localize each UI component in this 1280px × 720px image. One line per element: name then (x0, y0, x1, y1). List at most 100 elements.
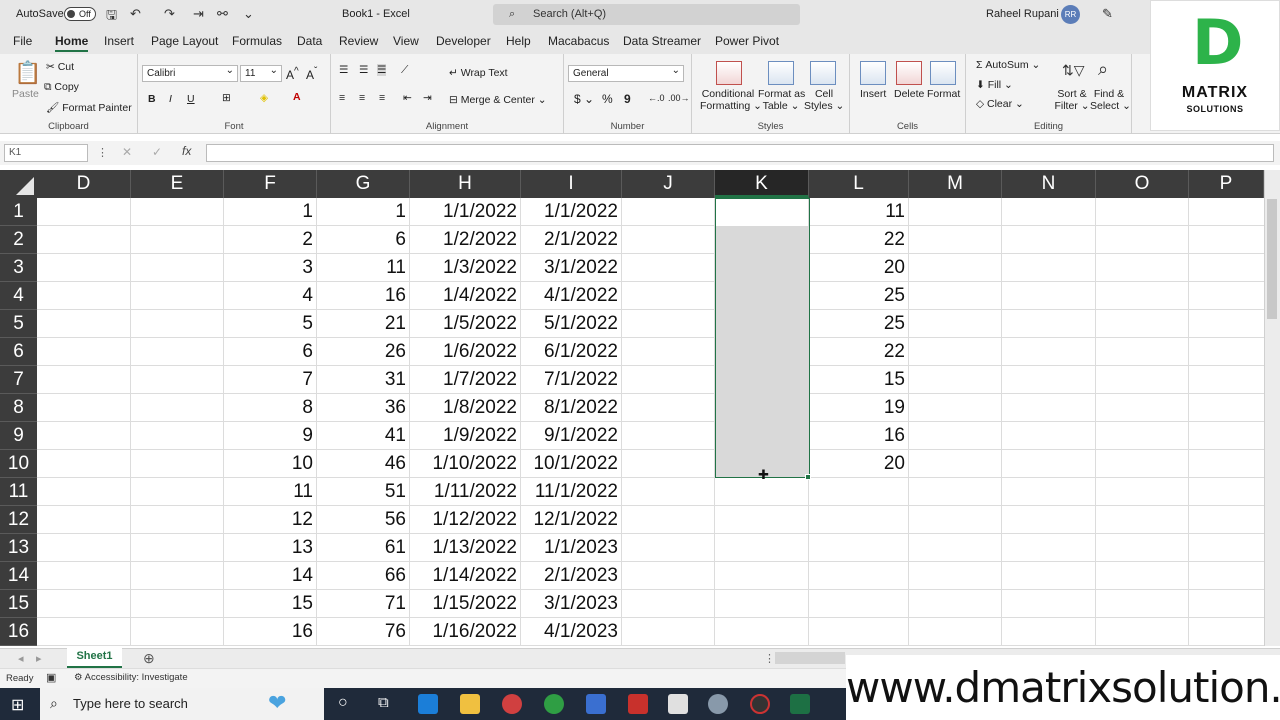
tab-macabacus[interactable]: Macabacus (548, 34, 609, 48)
align-center-icon[interactable]: ≡ (359, 92, 365, 104)
cell-i9[interactable]: 9/1/2022 (521, 422, 622, 450)
cell-f4[interactable]: 4 (224, 282, 317, 310)
cell-f1[interactable]: 1 (224, 198, 317, 226)
edge-icon[interactable] (418, 694, 438, 714)
taskbar-search[interactable]: ⌕ Type here to search ❤ (40, 688, 324, 720)
tab-insert[interactable]: Insert (104, 34, 134, 48)
delete-cells-button[interactable]: Delete (894, 88, 924, 100)
cell-i8[interactable]: 8/1/2022 (521, 394, 622, 422)
number-format-select[interactable]: General (568, 65, 684, 82)
tab-view[interactable]: View (393, 34, 419, 48)
cell-l8[interactable]: 19 (809, 394, 909, 422)
conditional-formatting-button[interactable]: Conditional Formatting ⌄ (700, 88, 762, 112)
cell-g13[interactable]: 61 (317, 534, 410, 562)
cancel-icon[interactable]: ✕ (122, 145, 132, 159)
pen-icon[interactable]: ✎ (1102, 6, 1113, 22)
wrap-text-button[interactable]: ↵ Wrap Text (449, 67, 508, 79)
cell-f11[interactable]: 11 (224, 478, 317, 506)
cell-h1[interactable]: 1/1/2022 (410, 198, 521, 226)
find-select-button[interactable]: Find & Select ⌄ (1090, 88, 1131, 112)
tab-help[interactable]: Help (506, 34, 531, 48)
cell-g5[interactable]: 21 (317, 310, 410, 338)
undo-icon[interactable]: ↶ (130, 6, 141, 22)
row-header-16[interactable]: 16 (0, 618, 37, 646)
cell-l5[interactable]: 25 (809, 310, 909, 338)
cell-i4[interactable]: 4/1/2022 (521, 282, 622, 310)
column-header-g[interactable]: G (317, 170, 410, 198)
decrease-decimal-icon[interactable]: .00→ (668, 93, 690, 103)
comma-icon[interactable]: 9 (624, 92, 631, 106)
task-view-icon[interactable]: ⧉ (378, 694, 389, 711)
tab-formulas[interactable]: Formulas (232, 34, 282, 48)
cell-g1[interactable]: 1 (317, 198, 410, 226)
name-box[interactable]: K1 (4, 144, 88, 162)
cell-i6[interactable]: 6/1/2022 (521, 338, 622, 366)
cell-h11[interactable]: 1/11/2022 (410, 478, 521, 506)
row-header-14[interactable]: 14 (0, 562, 37, 590)
accessibility-button[interactable]: ⚙ Accessibility: Investigate (74, 672, 188, 683)
horizontal-scrollbar[interactable] (775, 652, 845, 664)
top-align-icon[interactable]: ☰ (339, 64, 348, 76)
cell-h7[interactable]: 1/7/2022 (410, 366, 521, 394)
cell-f10[interactable]: 10 (224, 450, 317, 478)
cell-f2[interactable]: 2 (224, 226, 317, 254)
cell-f13[interactable]: 13 (224, 534, 317, 562)
worksheet-grid[interactable]: DEFGHIJKLMNOP 1 2 3 4 5 6 7 8 9 10 11 12 13 14 15 16 ✚ … (0, 170, 1264, 646)
row-header-2[interactable]: 2 (0, 226, 37, 254)
insert-cells-button[interactable]: Insert (860, 88, 886, 100)
row-header-1[interactable]: 1 (0, 198, 37, 226)
cell-f5[interactable]: 5 (224, 310, 317, 338)
insert-function-icon[interactable]: fx (182, 144, 191, 158)
cell-i3[interactable]: 3/1/2022 (521, 254, 622, 282)
cell-l6[interactable]: 22 (809, 338, 909, 366)
currency-icon[interactable]: $ ⌄ (574, 92, 594, 106)
column-header-n[interactable]: N (1002, 170, 1096, 198)
tab-power-pivot[interactable]: Power Pivot (715, 34, 779, 48)
row-header-7[interactable]: 7 (0, 366, 37, 394)
next-sheet-icon[interactable]: ▸ (36, 652, 42, 665)
cell-i1[interactable]: 1/1/2022 (521, 198, 622, 226)
cell-h12[interactable]: 1/12/2022 (410, 506, 521, 534)
formula-input[interactable] (206, 144, 1274, 162)
column-header-m[interactable]: M (909, 170, 1002, 198)
cell-g10[interactable]: 46 (317, 450, 410, 478)
cortana-icon[interactable]: ○ (338, 694, 348, 712)
format-as-table-button[interactable]: Format as Table ⌄ (758, 88, 805, 112)
macro-icon[interactable]: ▣ (46, 671, 56, 684)
middle-align-icon[interactable]: ☰ (359, 64, 368, 76)
cell-f3[interactable]: 3 (224, 254, 317, 282)
tab-data[interactable]: Data (297, 34, 322, 48)
bottom-align-icon[interactable]: ☰ (377, 64, 387, 76)
cell-h15[interactable]: 1/15/2022 (410, 590, 521, 618)
cell-h16[interactable]: 1/16/2022 (410, 618, 521, 646)
row-header-5[interactable]: 5 (0, 310, 37, 338)
cell-i5[interactable]: 5/1/2022 (521, 310, 622, 338)
cell-l9[interactable]: 16 (809, 422, 909, 450)
sheet-tab[interactable]: Sheet1 (67, 648, 122, 668)
paste-button[interactable]: Paste (12, 88, 39, 100)
cell-i12[interactable]: 12/1/2022 (521, 506, 622, 534)
cell-styles-button[interactable]: Cell Styles ⌄ (804, 88, 844, 112)
cell-i13[interactable]: 1/1/2023 (521, 534, 622, 562)
tab-home[interactable]: Home (55, 34, 89, 52)
align-left-icon[interactable]: ≡ (339, 92, 345, 104)
cell-l4[interactable]: 25 (809, 282, 909, 310)
cell-g6[interactable]: 26 (317, 338, 410, 366)
office-icon[interactable] (628, 694, 648, 714)
app-icon-red[interactable] (502, 694, 522, 714)
cell-h13[interactable]: 1/13/2022 (410, 534, 521, 562)
font-name-select[interactable]: Calibri (142, 65, 238, 82)
search-box[interactable]: ⌕ Search (Alt+Q) (493, 4, 800, 25)
cell-f15[interactable]: 15 (224, 590, 317, 618)
row-header-10[interactable]: 10 (0, 450, 37, 478)
percent-icon[interactable]: % (602, 92, 613, 106)
cell-h2[interactable]: 1/2/2022 (410, 226, 521, 254)
selection-range[interactable] (715, 198, 810, 478)
format-cells-button[interactable]: Format (927, 88, 960, 100)
column-header-l[interactable]: L (809, 170, 909, 198)
italic-button[interactable]: I (169, 93, 172, 105)
cell-h14[interactable]: 1/14/2022 (410, 562, 521, 590)
cell-g11[interactable]: 51 (317, 478, 410, 506)
cell-i16[interactable]: 4/1/2023 (521, 618, 622, 646)
row-header-15[interactable]: 15 (0, 590, 37, 618)
